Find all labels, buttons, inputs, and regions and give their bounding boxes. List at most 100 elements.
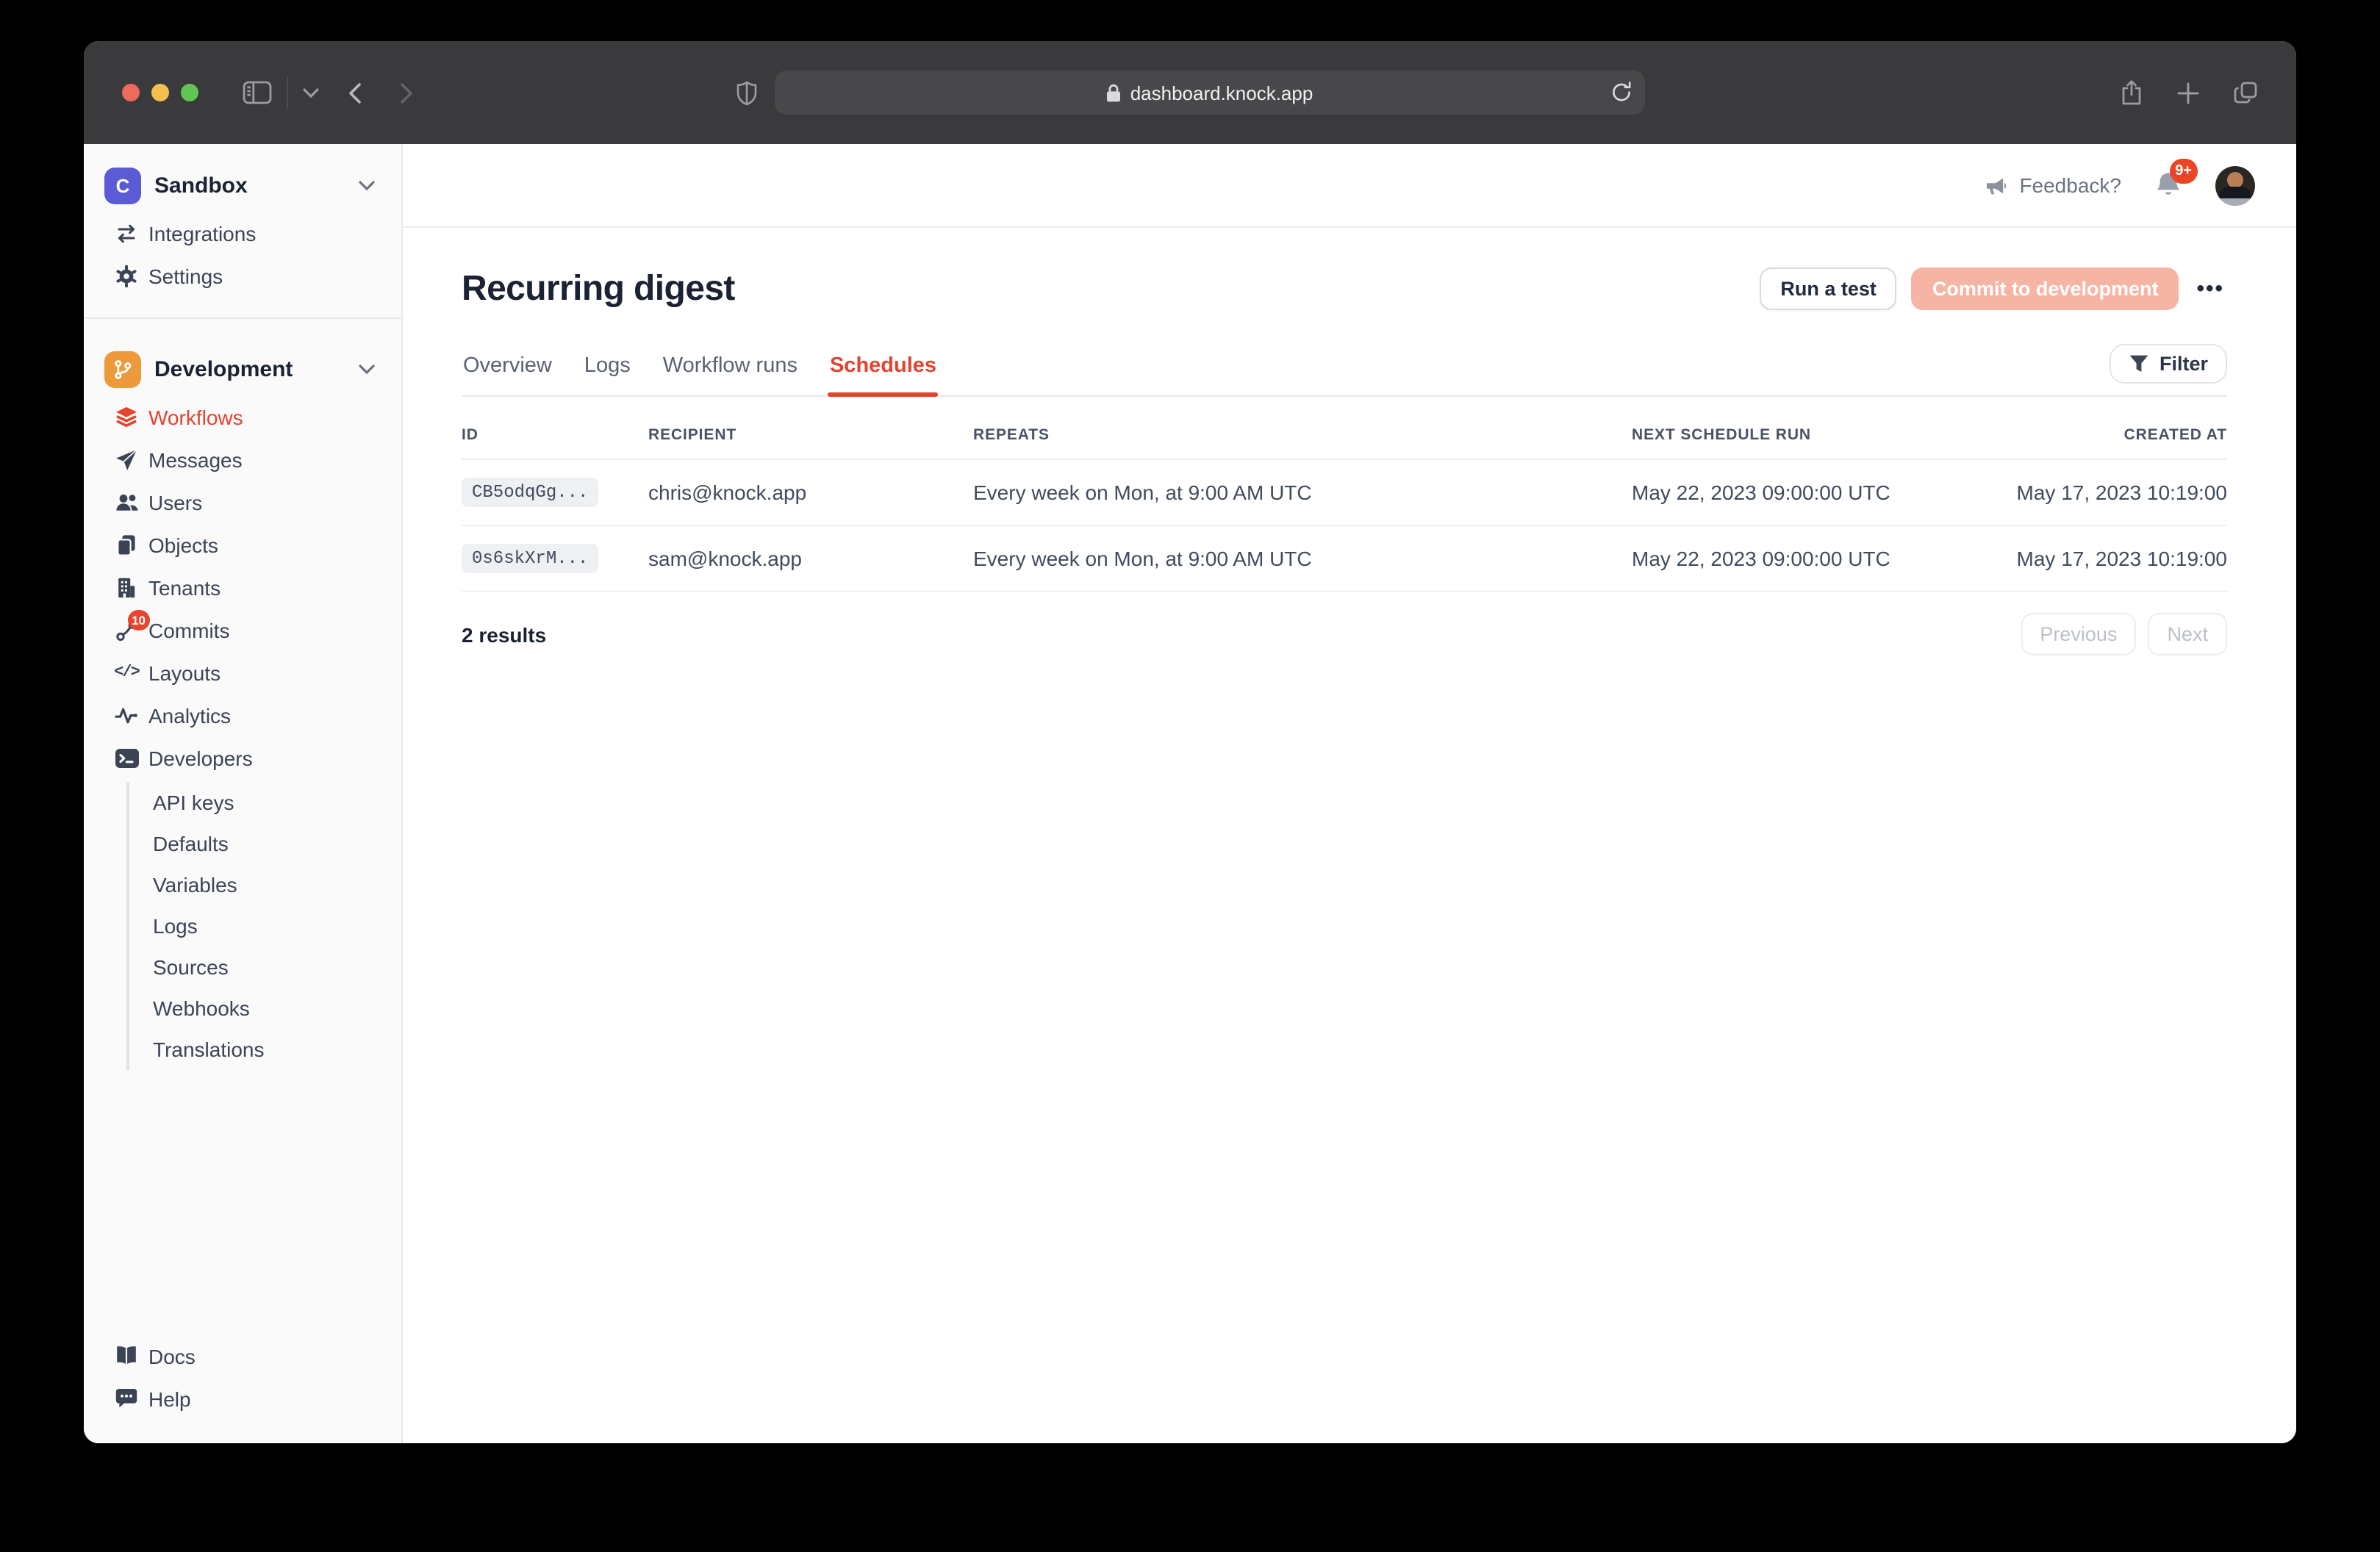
avatar-head xyxy=(2227,171,2243,187)
developers-subnav: API keys Defaults Variables Logs Sources… xyxy=(126,782,401,1070)
previous-page-button[interactable]: Previous xyxy=(2021,613,2136,655)
filter-button[interactable]: Filter xyxy=(2110,343,2227,383)
minimize-window-button[interactable] xyxy=(151,84,169,101)
sidebar-item-translations[interactable]: Translations xyxy=(129,1029,401,1070)
repeats-cell: Every week on Mon, at 9:00 AM UTC xyxy=(973,481,1632,504)
window-controls xyxy=(122,84,198,101)
tab-logs[interactable]: Logs xyxy=(583,342,632,395)
sub-item-label: API keys xyxy=(153,791,234,814)
column-header-created-at: CREATED AT xyxy=(2124,426,2227,444)
account-logo: C xyxy=(104,167,141,204)
sidebar-item-messages[interactable]: Messages xyxy=(84,438,401,481)
back-button[interactable] xyxy=(348,82,362,104)
privacy-shield-icon[interactable] xyxy=(736,80,756,105)
sidebar-item-help[interactable]: Help xyxy=(84,1377,401,1420)
sidebar-item-users[interactable]: Users xyxy=(84,481,401,523)
commit-to-development-button[interactable]: Commit to development xyxy=(1912,267,2179,310)
sidebar-item-variables[interactable]: Variables xyxy=(129,864,401,905)
notification-count-badge: 9+ xyxy=(2169,158,2198,183)
notifications-button[interactable]: 9+ xyxy=(2154,170,2183,201)
column-header-repeats: REPEATS xyxy=(973,426,1632,444)
pulse-icon xyxy=(113,703,140,727)
table-row[interactable]: 0s6skXrM... sam@knock.app Every week on … xyxy=(462,526,2227,592)
next-page-button[interactable]: Next xyxy=(2148,613,2227,655)
sidebar-item-webhooks[interactable]: Webhooks xyxy=(129,988,401,1029)
environment-name: Development xyxy=(154,356,293,381)
sidebar-item-commits[interactable]: 10 Commits xyxy=(84,608,401,651)
sidebar-item-label: Layouts xyxy=(148,661,221,684)
sidebar-item-analytics[interactable]: Analytics xyxy=(84,694,401,736)
sidebar-divider xyxy=(84,317,401,319)
sidebar-item-developers[interactable]: Developers xyxy=(84,736,401,779)
sidebar-toggle-icon[interactable] xyxy=(243,81,272,104)
recipient-cell: sam@knock.app xyxy=(648,547,973,570)
sidebar-item-docs[interactable]: Docs xyxy=(84,1334,401,1377)
main-panel: Feedback? 9+ xyxy=(403,144,2296,1443)
sub-item-label: Defaults xyxy=(153,832,229,855)
sidebar-item-label: Docs xyxy=(148,1344,196,1368)
new-tab-icon[interactable] xyxy=(2177,82,2199,104)
sub-item-label: Webhooks xyxy=(153,996,250,1020)
chevron-down-icon xyxy=(359,364,375,374)
sidebar-item-label: Developers xyxy=(148,746,253,769)
sidebar-item-layouts[interactable]: </> Layouts xyxy=(84,651,401,694)
sidebar-item-label: Objects xyxy=(148,533,218,556)
tab-overview[interactable]: Overview xyxy=(462,342,553,395)
sub-item-label: Translations xyxy=(153,1038,265,1061)
tab-overview-icon[interactable] xyxy=(2233,81,2258,104)
schedule-id[interactable]: 0s6skXrM... xyxy=(462,544,598,573)
sidebar-item-logs[interactable]: Logs xyxy=(129,905,401,946)
repeats-cell: Every week on Mon, at 9:00 AM UTC xyxy=(973,547,1632,570)
chat-bubble-icon xyxy=(113,1387,140,1409)
user-avatar[interactable] xyxy=(2215,165,2255,205)
sidebar-item-objects[interactable]: Objects xyxy=(84,523,401,566)
sidebar-item-workflows[interactable]: Workflows xyxy=(84,395,401,438)
users-icon xyxy=(113,490,140,514)
sub-item-label: Logs xyxy=(153,914,198,938)
sidebar-item-label: Analytics xyxy=(148,703,231,727)
zoom-window-button[interactable] xyxy=(181,84,198,101)
url-text: dashboard.knock.app xyxy=(1130,82,1313,104)
table-row[interactable]: CB5odqGg... chris@knock.app Every week o… xyxy=(462,460,2227,526)
screenshot-stage: dashboard.knock.app xyxy=(0,0,2380,1552)
avatar-desk xyxy=(2215,198,2255,205)
sidebar-item-tenants[interactable]: Tenants xyxy=(84,566,401,608)
tab-schedules[interactable]: Schedules xyxy=(828,342,938,395)
share-icon[interactable] xyxy=(2120,79,2143,106)
sidebar-item-label: Help xyxy=(148,1387,191,1410)
feedback-label: Feedback? xyxy=(2019,173,2121,197)
account-switcher[interactable]: C Sandbox xyxy=(84,159,401,212)
environment-switcher[interactable]: Development xyxy=(84,342,401,395)
sidebar-item-sources[interactable]: Sources xyxy=(129,946,401,988)
git-commit-icon: 10 xyxy=(113,618,140,642)
chevron-down-icon xyxy=(359,180,375,190)
more-options-button[interactable]: ••• xyxy=(2193,270,2227,307)
sidebar-chevron-icon[interactable] xyxy=(303,87,319,98)
code-icon: </> xyxy=(113,664,140,681)
building-icon xyxy=(113,575,140,599)
forward-button[interactable] xyxy=(400,82,413,104)
close-window-button[interactable] xyxy=(122,84,140,101)
sidebar-item-integrations[interactable]: Integrations xyxy=(84,212,401,254)
sidebar-item-defaults[interactable]: Defaults xyxy=(129,823,401,864)
sidebar: C Sandbox Integrations Setti xyxy=(84,144,403,1443)
tab-workflow-runs[interactable]: Workflow runs xyxy=(662,342,799,395)
sidebar-item-settings[interactable]: Settings xyxy=(84,254,401,297)
schedule-id[interactable]: CB5odqGg... xyxy=(462,478,598,507)
commits-count-badge: 10 xyxy=(127,609,150,630)
gear-icon xyxy=(113,264,140,287)
layers-icon xyxy=(113,405,140,428)
schedules-table: ID RECIPIENT REPEATS NEXT SCHEDULE RUN C… xyxy=(462,417,2227,655)
sidebar-item-label: Users xyxy=(148,490,202,514)
terminal-icon xyxy=(113,746,140,769)
megaphone-icon xyxy=(1984,174,2007,196)
feedback-button[interactable]: Feedback? xyxy=(1984,173,2121,197)
lock-icon xyxy=(1105,83,1122,102)
sidebar-item-api-keys[interactable]: API keys xyxy=(129,782,401,823)
column-header-recipient: RECIPIENT xyxy=(648,426,973,444)
address-bar[interactable]: dashboard.knock.app xyxy=(774,71,1644,115)
column-header-next-schedule-run: NEXT SCHEDULE RUN xyxy=(1632,426,2124,444)
refresh-icon[interactable] xyxy=(1610,81,1631,103)
swap-arrows-icon xyxy=(113,221,140,245)
run-a-test-button[interactable]: Run a test xyxy=(1760,267,1897,310)
